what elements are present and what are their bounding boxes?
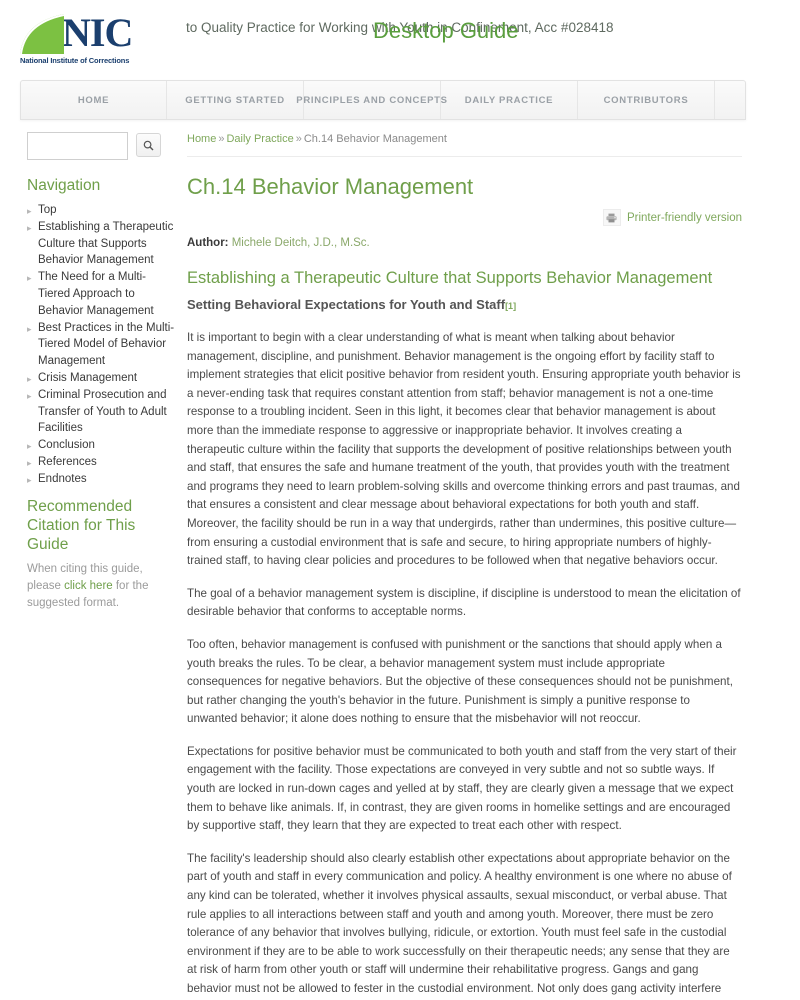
search-input[interactable] [27,132,128,160]
footnote-ref-1[interactable]: [1] [505,301,516,311]
sidebar-item-label: Conclusion [38,439,95,452]
body-paragraph-5: The facility's leadership should also cl… [187,851,732,995]
sidebar-item-top[interactable]: ▸ Top [27,202,177,219]
sidebar-item-conclusion[interactable]: ▸ Conclusion [27,437,177,454]
body-paragraph-2: The goal of a behavior management system… [187,586,741,619]
sidebar-item-establishing-therapeutic-culture[interactable]: ▸ Establishing a Therapeutic Culture that… [27,219,177,269]
sidebar-item-label: Best Practices in the Multi-Tiered Model… [38,321,175,368]
tab-contributors[interactable]: CONTRIBUTORS [578,81,715,119]
search-icon [143,140,154,151]
chevron-right-icon: ▸ [27,474,32,485]
chevron-right-icon: ▸ [27,373,32,384]
chevron-right-icon: ▸ [27,323,32,334]
search-button[interactable] [136,133,161,157]
sidebar-item-crisis-management[interactable]: ▸ Crisis Management [27,370,177,387]
body-paragraph-3: Too often, behavior management is confus… [187,637,733,726]
main-column: Home» Daily Practice» Ch.14 Behavior Manag… [187,132,742,1000]
printer-icon [602,209,621,226]
nic-logo-subtitle: National Institute of Corrections [20,56,130,65]
sidebar-item-label: Crisis Management [38,371,138,384]
sidebar-nav-list: ▸ Top ▸ Establishing a Therapeutic Culture… [27,202,177,488]
sidebar-item-multi-tiered-approach[interactable]: ▸ The Need for a Multi-Tiered Approach to… [27,269,177,319]
nic-logo[interactable]: NIC National Institute of Corrections [20,10,170,65]
tab-getting-started[interactable]: GETTING STARTED [167,81,304,119]
site-title: Desktop Guide [373,18,519,43]
sidebar-item-label: Criminal Prosecution and Transfer of You… [38,388,167,435]
chevron-right-icon: ▸ [27,206,32,216]
page-title: Ch.14 Behavior Management [187,174,474,199]
sidebar: Navigation ▸ Top ▸ Establishing a Therapeu… [27,132,177,612]
sidebar-item-best-practices[interactable]: ▸ Best Practices in the Multi-Tiered Mode… [27,320,177,370]
breadcrumb-separator: » [218,133,225,145]
author-label: Author: [187,237,229,249]
sidebar-item-label: The Need for a Multi-Tiered Approach to … [38,271,154,317]
citation-click-here-link[interactable]: click here [64,580,113,592]
tab-daily-practice[interactable]: DAILY PRACTICE [441,81,578,119]
chevron-right-icon: ▸ [27,441,32,452]
section-heading: Establishing a Therapeutic Culture that … [187,269,713,287]
site-header: NIC National Institute of Corrections De… [0,0,800,78]
body-paragraph-1: It is important to begin with a clear un… [187,331,741,568]
author-line: Author: Michele Deitch, J.D., M.Sc. [187,235,742,251]
chevron-right-icon: ▸ [27,273,32,284]
citation-heading: Recommended Citation for This Guide [27,497,136,553]
site-title-block: Desktop Guide to Quality Practice for Wo… [186,18,614,43]
search-form [27,132,177,160]
subsection-heading-text: Setting Behavioral Expectations for Yout… [187,297,506,312]
body-paragraph-4: Expectations for positive behavior must … [187,744,737,833]
subsection-heading: Setting Behavioral Expectations for Yout… [187,296,742,315]
nic-logo-text: NIC [62,10,133,55]
chevron-right-icon: ▸ [27,390,32,401]
chevron-right-icon: ▸ [27,222,32,233]
breadcrumb-separator: » [295,133,302,145]
citation-text: When citing this guide, please click her… [27,561,177,612]
sidebar-item-label: Establishing a Therapeutic Culture that … [38,220,174,267]
author-name: Michele Deitch, J.D., M.Sc. [231,237,370,249]
sidebar-item-label: Endnotes [38,472,87,485]
breadcrumb-section-link[interactable]: Daily Practice [226,133,293,145]
chevron-right-icon: ▸ [27,457,32,468]
breadcrumb-home-link[interactable]: Home [187,133,216,145]
page-root: NIC National Institute of Corrections De… [0,0,800,1000]
printer-friendly-link[interactable]: Printer-friendly version [627,212,742,224]
printer-friendly-row[interactable]: Printer-friendly version [187,209,742,226]
sidebar-item-label: References [38,455,97,468]
sidebar-item-label: Top [38,204,57,216]
tab-nav-filler [715,81,745,119]
tab-principles-and-concepts[interactable]: PRINCIPLES AND CONCEPTS [296,81,447,119]
breadcrumb: Home» Daily Practice» Ch.14 Behavior Manag… [187,132,742,157]
tab-home[interactable]: HOME [21,81,167,119]
sidebar-item-criminal-prosecution[interactable]: ▸ Criminal Prosecution and Transfer of Yo… [27,387,177,437]
sidebar-item-endnotes[interactable]: ▸ Endnotes [27,471,177,488]
sidebar-item-references[interactable]: ▸ References [27,454,177,471]
nic-logo-mark-icon [20,14,64,54]
primary-tab-nav: HOME GETTING STARTED PRINCIPLES AND CONC… [20,80,746,120]
sidebar-nav-heading: Navigation [27,177,101,194]
breadcrumb-current: Ch.14 Behavior Management [303,133,447,145]
